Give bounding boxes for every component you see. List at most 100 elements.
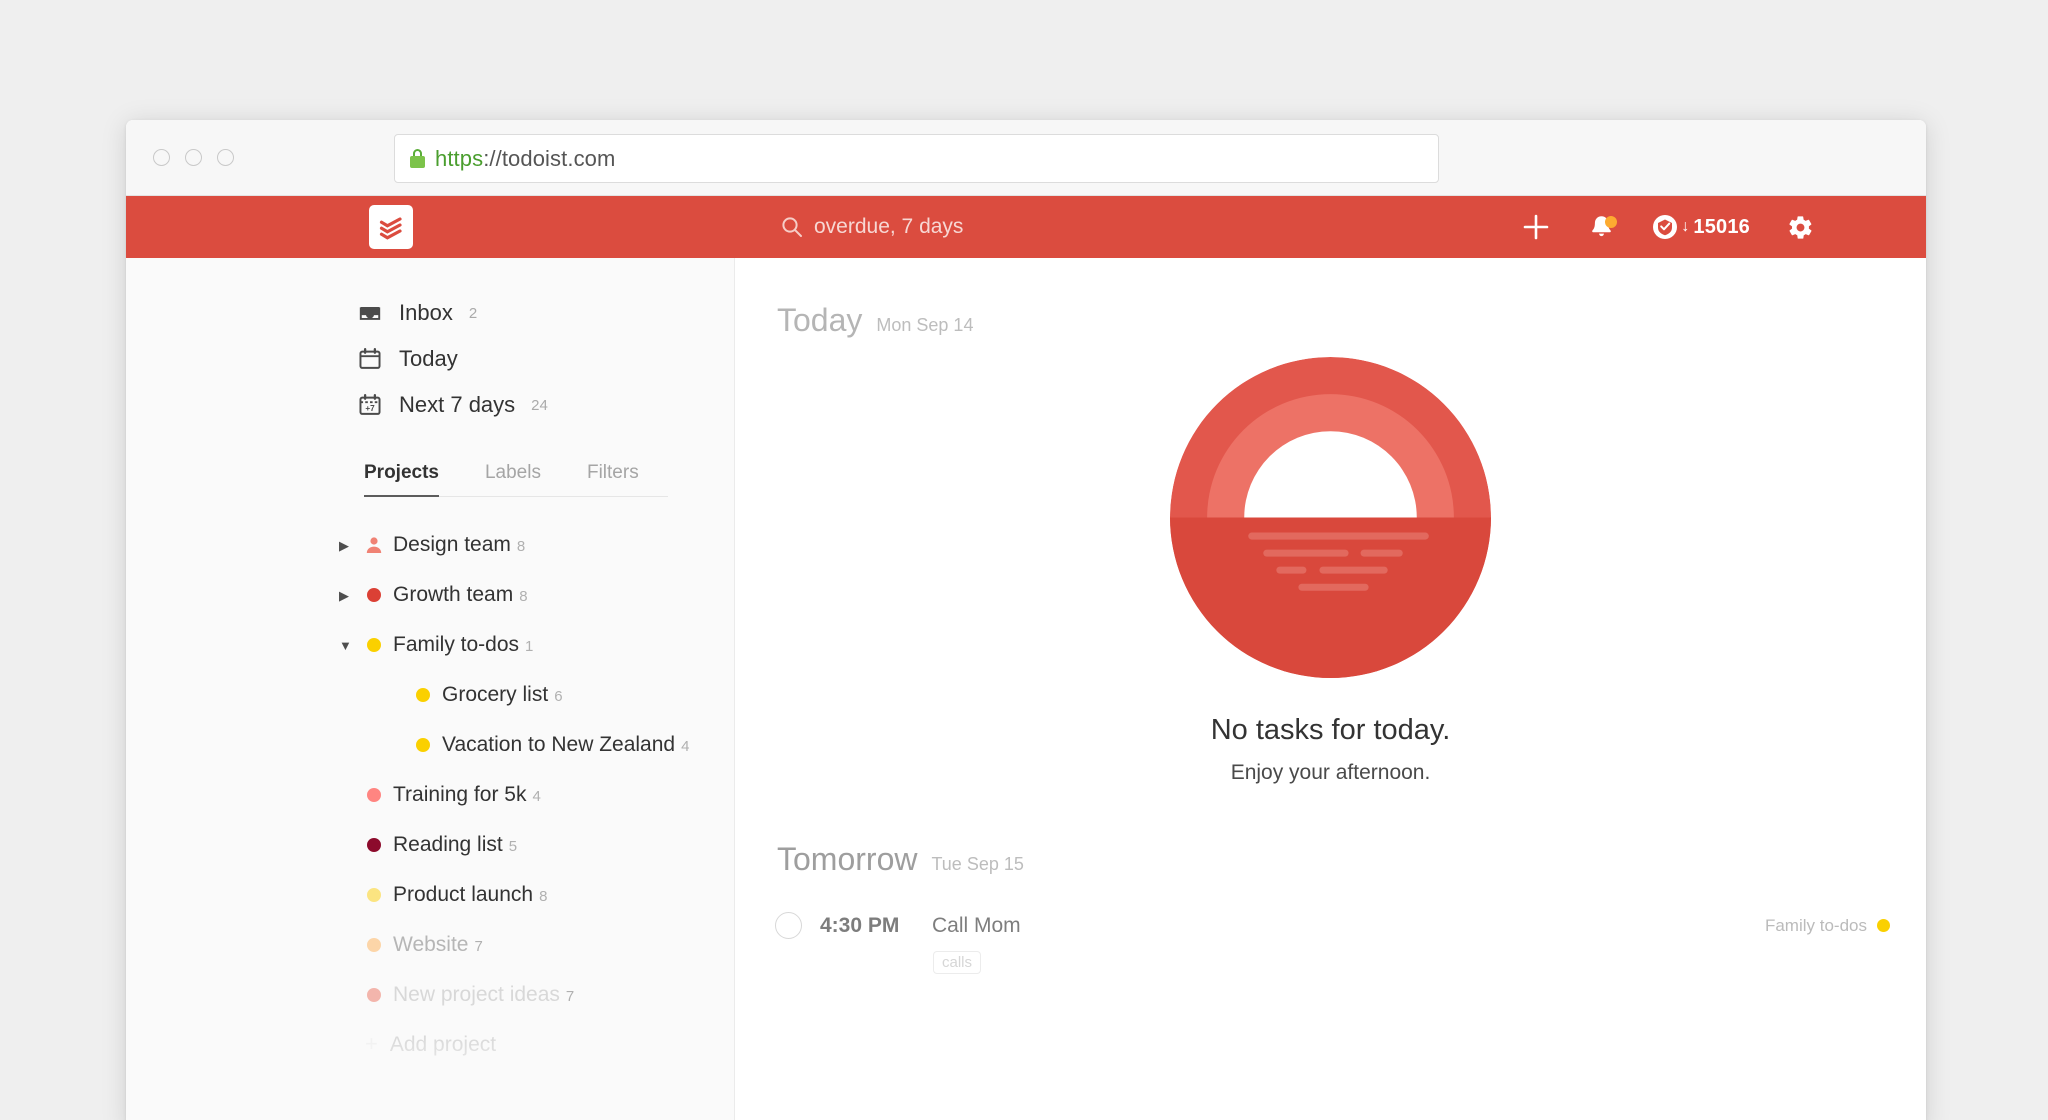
settings-button[interactable] bbox=[1787, 214, 1814, 241]
project-item-product-launch[interactable]: Product launch 8 bbox=[126, 873, 734, 923]
project-name: New project ideas bbox=[393, 983, 560, 1006]
traffic-lights bbox=[153, 149, 234, 166]
project-item-growth-team[interactable]: ▶ Growth team8 bbox=[126, 573, 734, 623]
task-label-chip[interactable]: calls bbox=[933, 951, 981, 974]
collapse-arrow-icon[interactable]: ▼ bbox=[339, 623, 361, 660]
notification-badge bbox=[1605, 216, 1617, 228]
notifications-button[interactable] bbox=[1588, 214, 1615, 241]
inbox-icon bbox=[357, 300, 383, 326]
search-icon bbox=[781, 216, 803, 238]
app-header: overdue, 7 days bbox=[126, 196, 1926, 258]
project-item-website[interactable]: Website7 bbox=[126, 923, 734, 973]
sidebar-item-label: Today bbox=[399, 346, 458, 372]
project-item-new-project-ideas[interactable]: New project ideas7 bbox=[126, 973, 734, 1023]
tomorrow-section: Tomorrow Tue Sep 15 4:30 PM Call Mom Fam… bbox=[735, 841, 1926, 974]
project-color-dot-icon bbox=[367, 938, 381, 952]
todoist-logo-icon[interactable] bbox=[369, 205, 413, 249]
project-name: Vacation to New Zealand bbox=[442, 733, 675, 756]
project-color-dot-icon bbox=[416, 738, 430, 752]
project-item-grocery-list[interactable]: Grocery list 6 bbox=[126, 673, 734, 723]
browser-window: https://todoist.com bbox=[126, 120, 1926, 1120]
address-bar[interactable]: https://todoist.com bbox=[394, 134, 1439, 183]
karma-button[interactable]: ↓ 15016 bbox=[1652, 214, 1750, 240]
project-count: 7 bbox=[474, 938, 482, 955]
project-count: 4 bbox=[681, 738, 689, 755]
karma-badge-icon bbox=[1652, 214, 1678, 240]
task-row[interactable]: 4:30 PM Call Mom Family to-dos bbox=[735, 902, 1926, 949]
project-name: Product launch bbox=[393, 883, 533, 906]
project-color-dot-icon bbox=[367, 838, 381, 852]
sidebar-item-next-7-days[interactable]: +7 Next 7 days 24 bbox=[126, 382, 734, 428]
today-date: Mon Sep 14 bbox=[876, 315, 973, 336]
add-task-button[interactable] bbox=[1521, 212, 1551, 242]
task-meta: Family to-dos bbox=[1765, 916, 1890, 936]
tomorrow-date: Tue Sep 15 bbox=[931, 854, 1023, 875]
project-item-reading-list[interactable]: Reading list 5 bbox=[126, 823, 734, 873]
project-color-dot-icon bbox=[367, 888, 381, 902]
task-project-name: Family to-dos bbox=[1765, 916, 1867, 936]
empty-state-title: No tasks for today. bbox=[735, 714, 1926, 747]
gear-icon bbox=[1787, 214, 1814, 241]
app-body: Inbox 2 Today bbox=[126, 258, 1926, 1120]
project-count: 5 bbox=[509, 838, 517, 855]
project-count: 8 bbox=[517, 538, 525, 555]
project-item-training-for-5k[interactable]: Training for 5k4 bbox=[126, 773, 734, 823]
project-color-dot-icon bbox=[1877, 919, 1890, 932]
url-scheme: https bbox=[435, 146, 483, 171]
project-color-dot-icon bbox=[367, 588, 381, 602]
search-input[interactable]: overdue, 7 days bbox=[781, 196, 963, 258]
project-name: Grocery list bbox=[442, 683, 548, 706]
sidebar: Inbox 2 Today bbox=[126, 258, 735, 1120]
sidebar-item-count: 24 bbox=[531, 397, 548, 414]
svg-text:+7: +7 bbox=[365, 404, 375, 413]
project-color-dot-icon bbox=[367, 638, 381, 652]
karma-count: 15016 bbox=[1693, 216, 1750, 239]
person-icon bbox=[365, 536, 383, 554]
lock-icon bbox=[409, 149, 426, 168]
project-count: 1 bbox=[525, 638, 533, 655]
main-content: Today Mon Sep 14 bbox=[735, 258, 1926, 1120]
project-name: Training for 5k bbox=[393, 783, 526, 806]
content-fade-overlay bbox=[735, 1038, 1926, 1120]
project-item-design-team[interactable]: ▶ Design team8 bbox=[126, 523, 734, 573]
sidebar-item-inbox[interactable]: Inbox 2 bbox=[126, 290, 734, 336]
search-value: overdue, 7 days bbox=[814, 215, 963, 239]
project-item-family-to-dos[interactable]: ▼ Family to-dos 1 bbox=[126, 623, 734, 673]
empty-state-subtitle: Enjoy your afternoon. bbox=[735, 761, 1926, 785]
project-count: 6 bbox=[554, 688, 562, 705]
sidebar-item-today[interactable]: Today bbox=[126, 336, 734, 382]
sidebar-item-label: Inbox bbox=[399, 300, 453, 326]
project-name: Family to-dos bbox=[393, 633, 519, 656]
close-window-button[interactable] bbox=[153, 149, 170, 166]
add-project-button[interactable]: + Add project bbox=[126, 1023, 734, 1073]
plus-icon: + bbox=[365, 1031, 378, 1057]
expand-arrow-icon[interactable]: ▶ bbox=[339, 523, 361, 560]
calendar-icon bbox=[357, 346, 383, 372]
task-title: Call Mom bbox=[932, 914, 1021, 938]
checkbox-circle-icon[interactable] bbox=[775, 912, 802, 939]
page-title: Today bbox=[777, 302, 862, 339]
tab-filters[interactable]: Filters bbox=[587, 456, 639, 496]
calendar-7-icon: +7 bbox=[357, 392, 383, 418]
karma-trend-arrow: ↓ bbox=[1681, 218, 1689, 236]
project-count: 8 bbox=[539, 888, 547, 905]
sunset-illustration bbox=[1170, 357, 1491, 678]
sidebar-item-label: Next 7 days bbox=[399, 392, 515, 418]
browser-chrome: https://todoist.com bbox=[126, 120, 1926, 196]
screen: https://todoist.com bbox=[0, 0, 2048, 1120]
task-list: 4:30 PM Call Mom Family to-dos calls bbox=[735, 902, 1926, 974]
tomorrow-section-header: Tomorrow Tue Sep 15 bbox=[735, 841, 1926, 878]
sidebar-item-count: 2 bbox=[469, 305, 477, 322]
project-color-dot-icon bbox=[367, 788, 381, 802]
header-actions: ↓ 15016 bbox=[1521, 196, 1814, 258]
minimize-window-button[interactable] bbox=[185, 149, 202, 166]
project-item-vacation-to-new-zealand[interactable]: Vacation to New Zealand 4 bbox=[126, 723, 734, 773]
tab-labels[interactable]: Labels bbox=[485, 456, 541, 496]
url-text: https://todoist.com bbox=[435, 146, 615, 172]
expand-arrow-icon[interactable]: ▶ bbox=[339, 573, 361, 610]
project-count: 8 bbox=[519, 588, 527, 605]
tab-projects[interactable]: Projects bbox=[364, 456, 439, 496]
zoom-window-button[interactable] bbox=[217, 149, 234, 166]
project-name: Reading list bbox=[393, 833, 503, 856]
sidebar-tabs: Projects Labels Filters bbox=[364, 456, 668, 497]
